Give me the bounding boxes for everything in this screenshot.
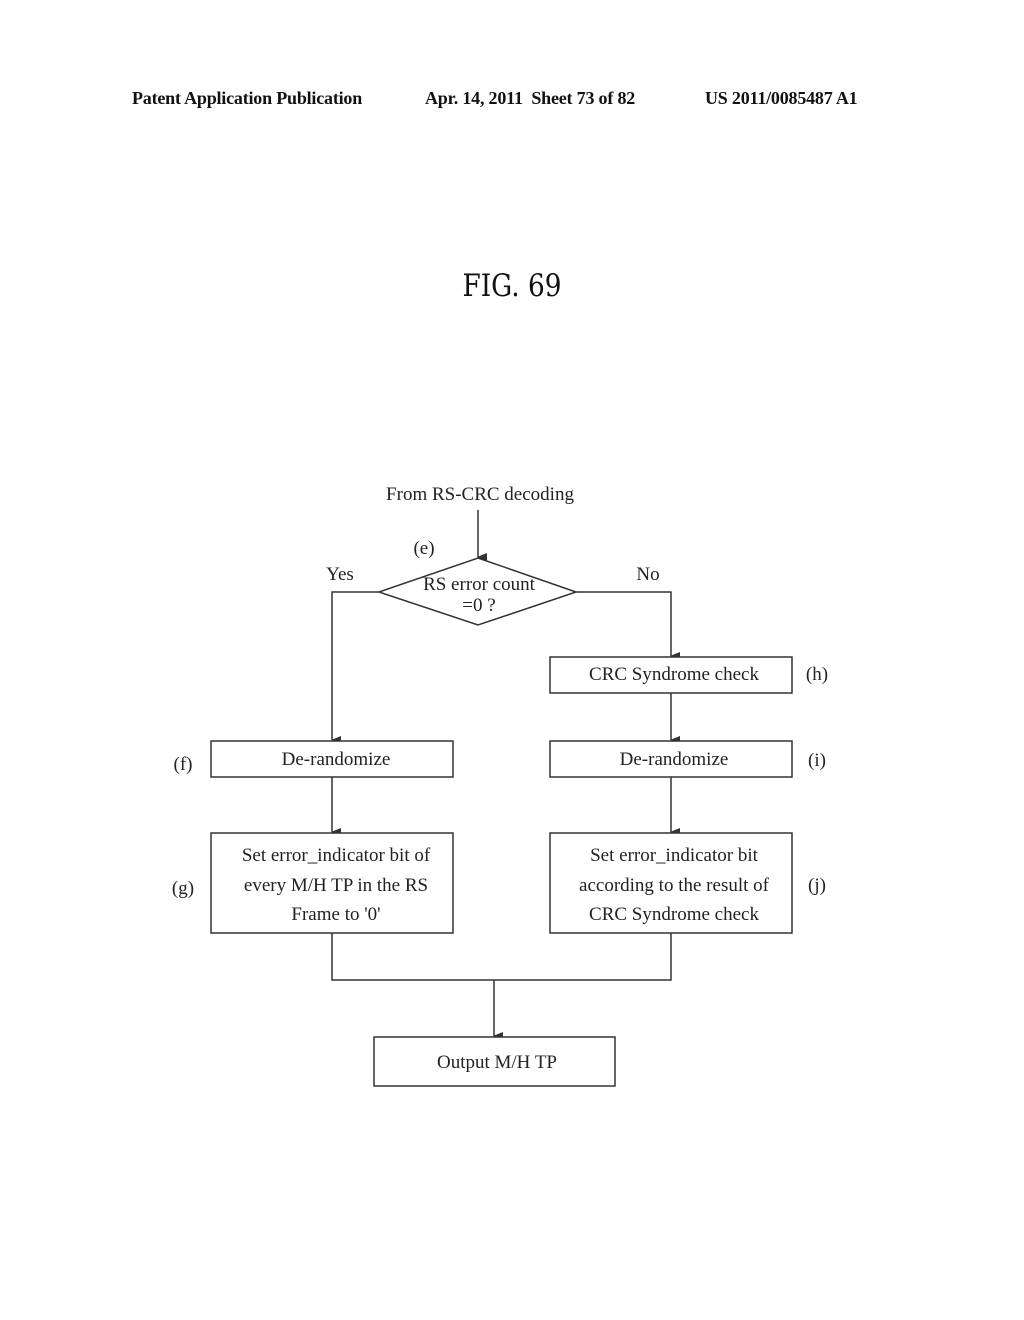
merge-line <box>331 933 672 981</box>
box-j-line2: according to the result of <box>579 875 770 896</box>
box-i-text: De-randomize <box>620 749 729 770</box>
box-f-text: De-randomize <box>282 749 391 770</box>
start-label: From RS-CRC decoding <box>386 484 574 505</box>
box-h-text: CRC Syndrome check <box>589 664 759 685</box>
box-g-line3: Frame to '0' <box>291 904 380 925</box>
step-h-label: (h) <box>806 664 828 685</box>
step-i-label: (i) <box>808 750 826 771</box>
decision-text-line1: RS error count <box>423 574 536 595</box>
box-j-line1: Set error_indicator bit <box>590 845 759 866</box>
yes-label: Yes <box>326 564 354 585</box>
box-output-text: Output M/H TP <box>437 1052 557 1073</box>
flowchart: From RS-CRC decoding (e) RS error count … <box>172 484 828 1087</box>
decision-step-label: (e) <box>413 538 434 559</box>
box-j-line3: CRC Syndrome check <box>589 904 759 925</box>
step-f-label: (f) <box>174 754 193 775</box>
box-g-line1: Set error_indicator bit of <box>242 845 431 866</box>
box-g-line2: every M/H TP in the RS <box>244 875 428 896</box>
arrow-yes-to-f <box>331 591 379 744</box>
step-j-label: (j) <box>808 875 826 896</box>
arrow-no-to-h <box>576 591 680 660</box>
decision-text-line2: =0 ? <box>462 595 495 616</box>
step-g-label: (g) <box>172 878 194 899</box>
no-label: No <box>636 564 659 585</box>
